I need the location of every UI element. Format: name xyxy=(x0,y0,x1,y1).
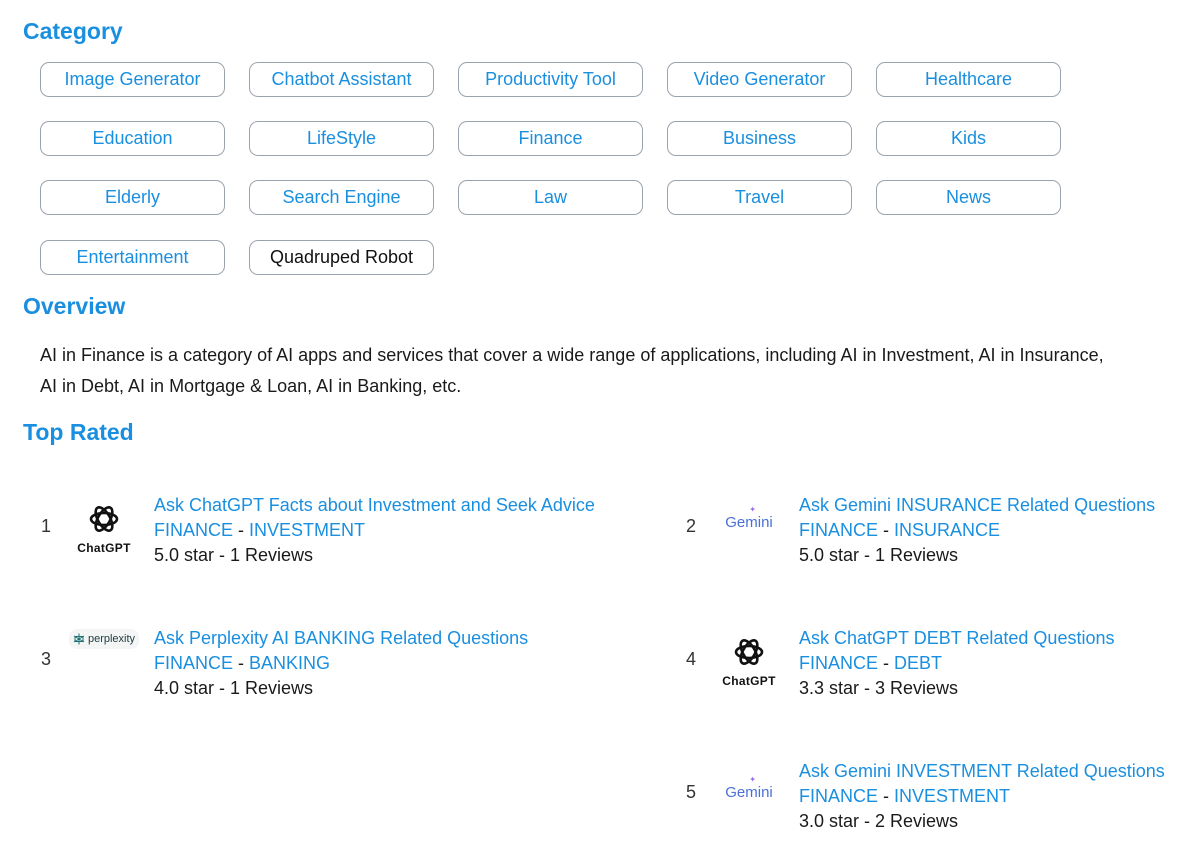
item-title-link[interactable]: Ask ChatGPT Facts about Investment and S… xyxy=(154,493,634,518)
perplexity-mark-icon xyxy=(73,633,85,645)
sparkle-icon: ✦ xyxy=(749,774,756,784)
top-rated-item: 5 Gemini ✦ Ask Gemini INVESTMENT Related … xyxy=(686,757,1196,831)
tag-link[interactable]: INSURANCE xyxy=(894,520,1000,540)
category-heading: Category xyxy=(23,18,123,44)
category-button-entertainment[interactable]: Entertainment xyxy=(40,240,225,275)
item-tags: FINANCE - BANKING xyxy=(154,651,634,676)
tag-link[interactable]: FINANCE xyxy=(154,653,233,673)
category-button-search-engine[interactable]: Search Engine xyxy=(249,180,434,215)
top-rated-item: 2 Gemini ✦ Ask Gemini INSURANCE Related Q… xyxy=(686,493,1196,565)
category-button-education[interactable]: Education xyxy=(40,121,225,156)
item-text: Ask Perplexity AI BANKING Related Questi… xyxy=(154,626,634,701)
sparkle-icon: ✦ xyxy=(749,504,756,514)
item-tags: FINANCE - INVESTMENT xyxy=(154,518,634,543)
gemini-logo-text: Gemini ✦ xyxy=(725,775,773,801)
perplexity-logo-icon[interactable]: perplexity xyxy=(68,604,140,674)
tag-link[interactable]: BANKING xyxy=(249,653,330,673)
openai-knot-icon xyxy=(734,639,764,665)
category-button-lifestyle[interactable]: LifeStyle xyxy=(249,121,434,156)
item-rating: 5.0 star - 1 Reviews xyxy=(154,545,314,565)
chatgpt-logo-text: ChatGPT xyxy=(722,674,776,688)
tag-separator: - xyxy=(878,786,895,806)
tag-link[interactable]: FINANCE xyxy=(154,520,233,540)
page: Category Image Generator Chatbot Assista… xyxy=(0,0,1200,842)
category-button-business[interactable]: Business xyxy=(667,121,852,156)
category-button-law[interactable]: Law xyxy=(458,180,643,215)
top-rated-item: 3 perplexity Ask Perplexity AI BANKING R… xyxy=(41,626,601,698)
item-title-link[interactable]: Ask ChatGPT DEBT Related Questions xyxy=(799,626,1200,651)
gemini-logo-icon[interactable]: Gemini ✦ xyxy=(714,757,784,827)
chatgpt-logo-icon[interactable]: ChatGPT xyxy=(69,493,139,563)
item-tags: FINANCE - INSURANCE xyxy=(799,518,1200,543)
tag-link[interactable]: DEBT xyxy=(894,653,942,673)
category-button-elderly[interactable]: Elderly xyxy=(40,180,225,215)
top-rated-item: 4 ChatGPT Ask ChatGPT DEBT Related Quest… xyxy=(686,626,1196,698)
category-button-healthcare[interactable]: Healthcare xyxy=(876,62,1061,97)
tag-separator: - xyxy=(878,653,895,673)
gemini-logo-text: Gemini ✦ xyxy=(725,505,773,531)
tag-link[interactable]: FINANCE xyxy=(799,653,878,673)
tag-separator: - xyxy=(878,520,895,540)
tag-separator: - xyxy=(233,520,250,540)
gemini-logo-icon[interactable]: Gemini ✦ xyxy=(714,487,784,557)
chatgpt-logo-text: ChatGPT xyxy=(77,541,131,555)
category-button-productivity-tool[interactable]: Productivity Tool xyxy=(458,62,643,97)
rank-number: 3 xyxy=(41,649,52,669)
tag-link[interactable]: INVESTMENT xyxy=(894,786,1010,806)
tag-link[interactable]: FINANCE xyxy=(799,520,878,540)
perplexity-badge: perplexity xyxy=(68,629,140,649)
item-text: Ask Gemini INSURANCE Related Questions F… xyxy=(799,493,1200,568)
chatgpt-logo-icon[interactable]: ChatGPT xyxy=(714,626,784,696)
overview-paragraph: AI in Finance is a category of AI apps a… xyxy=(40,345,1104,396)
item-rating: 3.3 star - 3 Reviews xyxy=(799,678,959,698)
category-button-news[interactable]: News xyxy=(876,180,1061,215)
perplexity-logo-text: perplexity xyxy=(87,633,136,645)
category-button-finance[interactable]: Finance xyxy=(458,121,643,156)
overview-heading: Overview xyxy=(23,293,126,319)
item-title-link[interactable]: Ask Gemini INVESTMENT Related Questions xyxy=(799,759,1200,784)
category-button-image-generator[interactable]: Image Generator xyxy=(40,62,225,97)
tag-separator: - xyxy=(233,653,250,673)
item-title-link[interactable]: Ask Gemini INSURANCE Related Questions xyxy=(799,493,1200,518)
item-text: Ask Gemini INVESTMENT Related Questions … xyxy=(799,759,1200,834)
top-rated-item: 1 ChatGPT Ask ChatGPT Facts about Invest… xyxy=(41,493,601,565)
item-tags: FINANCE - DEBT xyxy=(799,651,1200,676)
item-rating: 4.0 star - 1 Reviews xyxy=(154,678,314,698)
item-text: Ask ChatGPT Facts about Investment and S… xyxy=(154,493,634,568)
openai-knot-icon xyxy=(89,506,119,532)
category-button-quadruped-robot[interactable]: Quadruped Robot xyxy=(249,240,434,275)
item-tags: FINANCE - INVESTMENT xyxy=(799,784,1200,809)
item-title-link[interactable]: Ask Perplexity AI BANKING Related Questi… xyxy=(154,626,634,651)
gemini-logo-word: Gemini xyxy=(725,513,773,531)
category-button-video-generator[interactable]: Video Generator xyxy=(667,62,852,97)
tag-link[interactable]: FINANCE xyxy=(799,786,878,806)
tag-link[interactable]: INVESTMENT xyxy=(249,520,365,540)
item-rating: 5.0 star - 1 Reviews xyxy=(799,545,959,565)
category-button-travel[interactable]: Travel xyxy=(667,180,852,215)
rank-number: 2 xyxy=(686,516,697,536)
rank-number: 4 xyxy=(686,649,697,669)
top-rated-heading: Top Rated xyxy=(23,419,134,445)
gemini-logo-word: Gemini xyxy=(725,783,773,801)
category-button-chatbot-assistant[interactable]: Chatbot Assistant xyxy=(249,62,434,97)
item-text: Ask ChatGPT DEBT Related Questions FINAN… xyxy=(799,626,1200,701)
rank-number: 1 xyxy=(41,516,52,536)
category-button-kids[interactable]: Kids xyxy=(876,121,1061,156)
rank-number: 5 xyxy=(686,782,697,802)
item-rating: 3.0 star - 2 Reviews xyxy=(799,811,959,831)
